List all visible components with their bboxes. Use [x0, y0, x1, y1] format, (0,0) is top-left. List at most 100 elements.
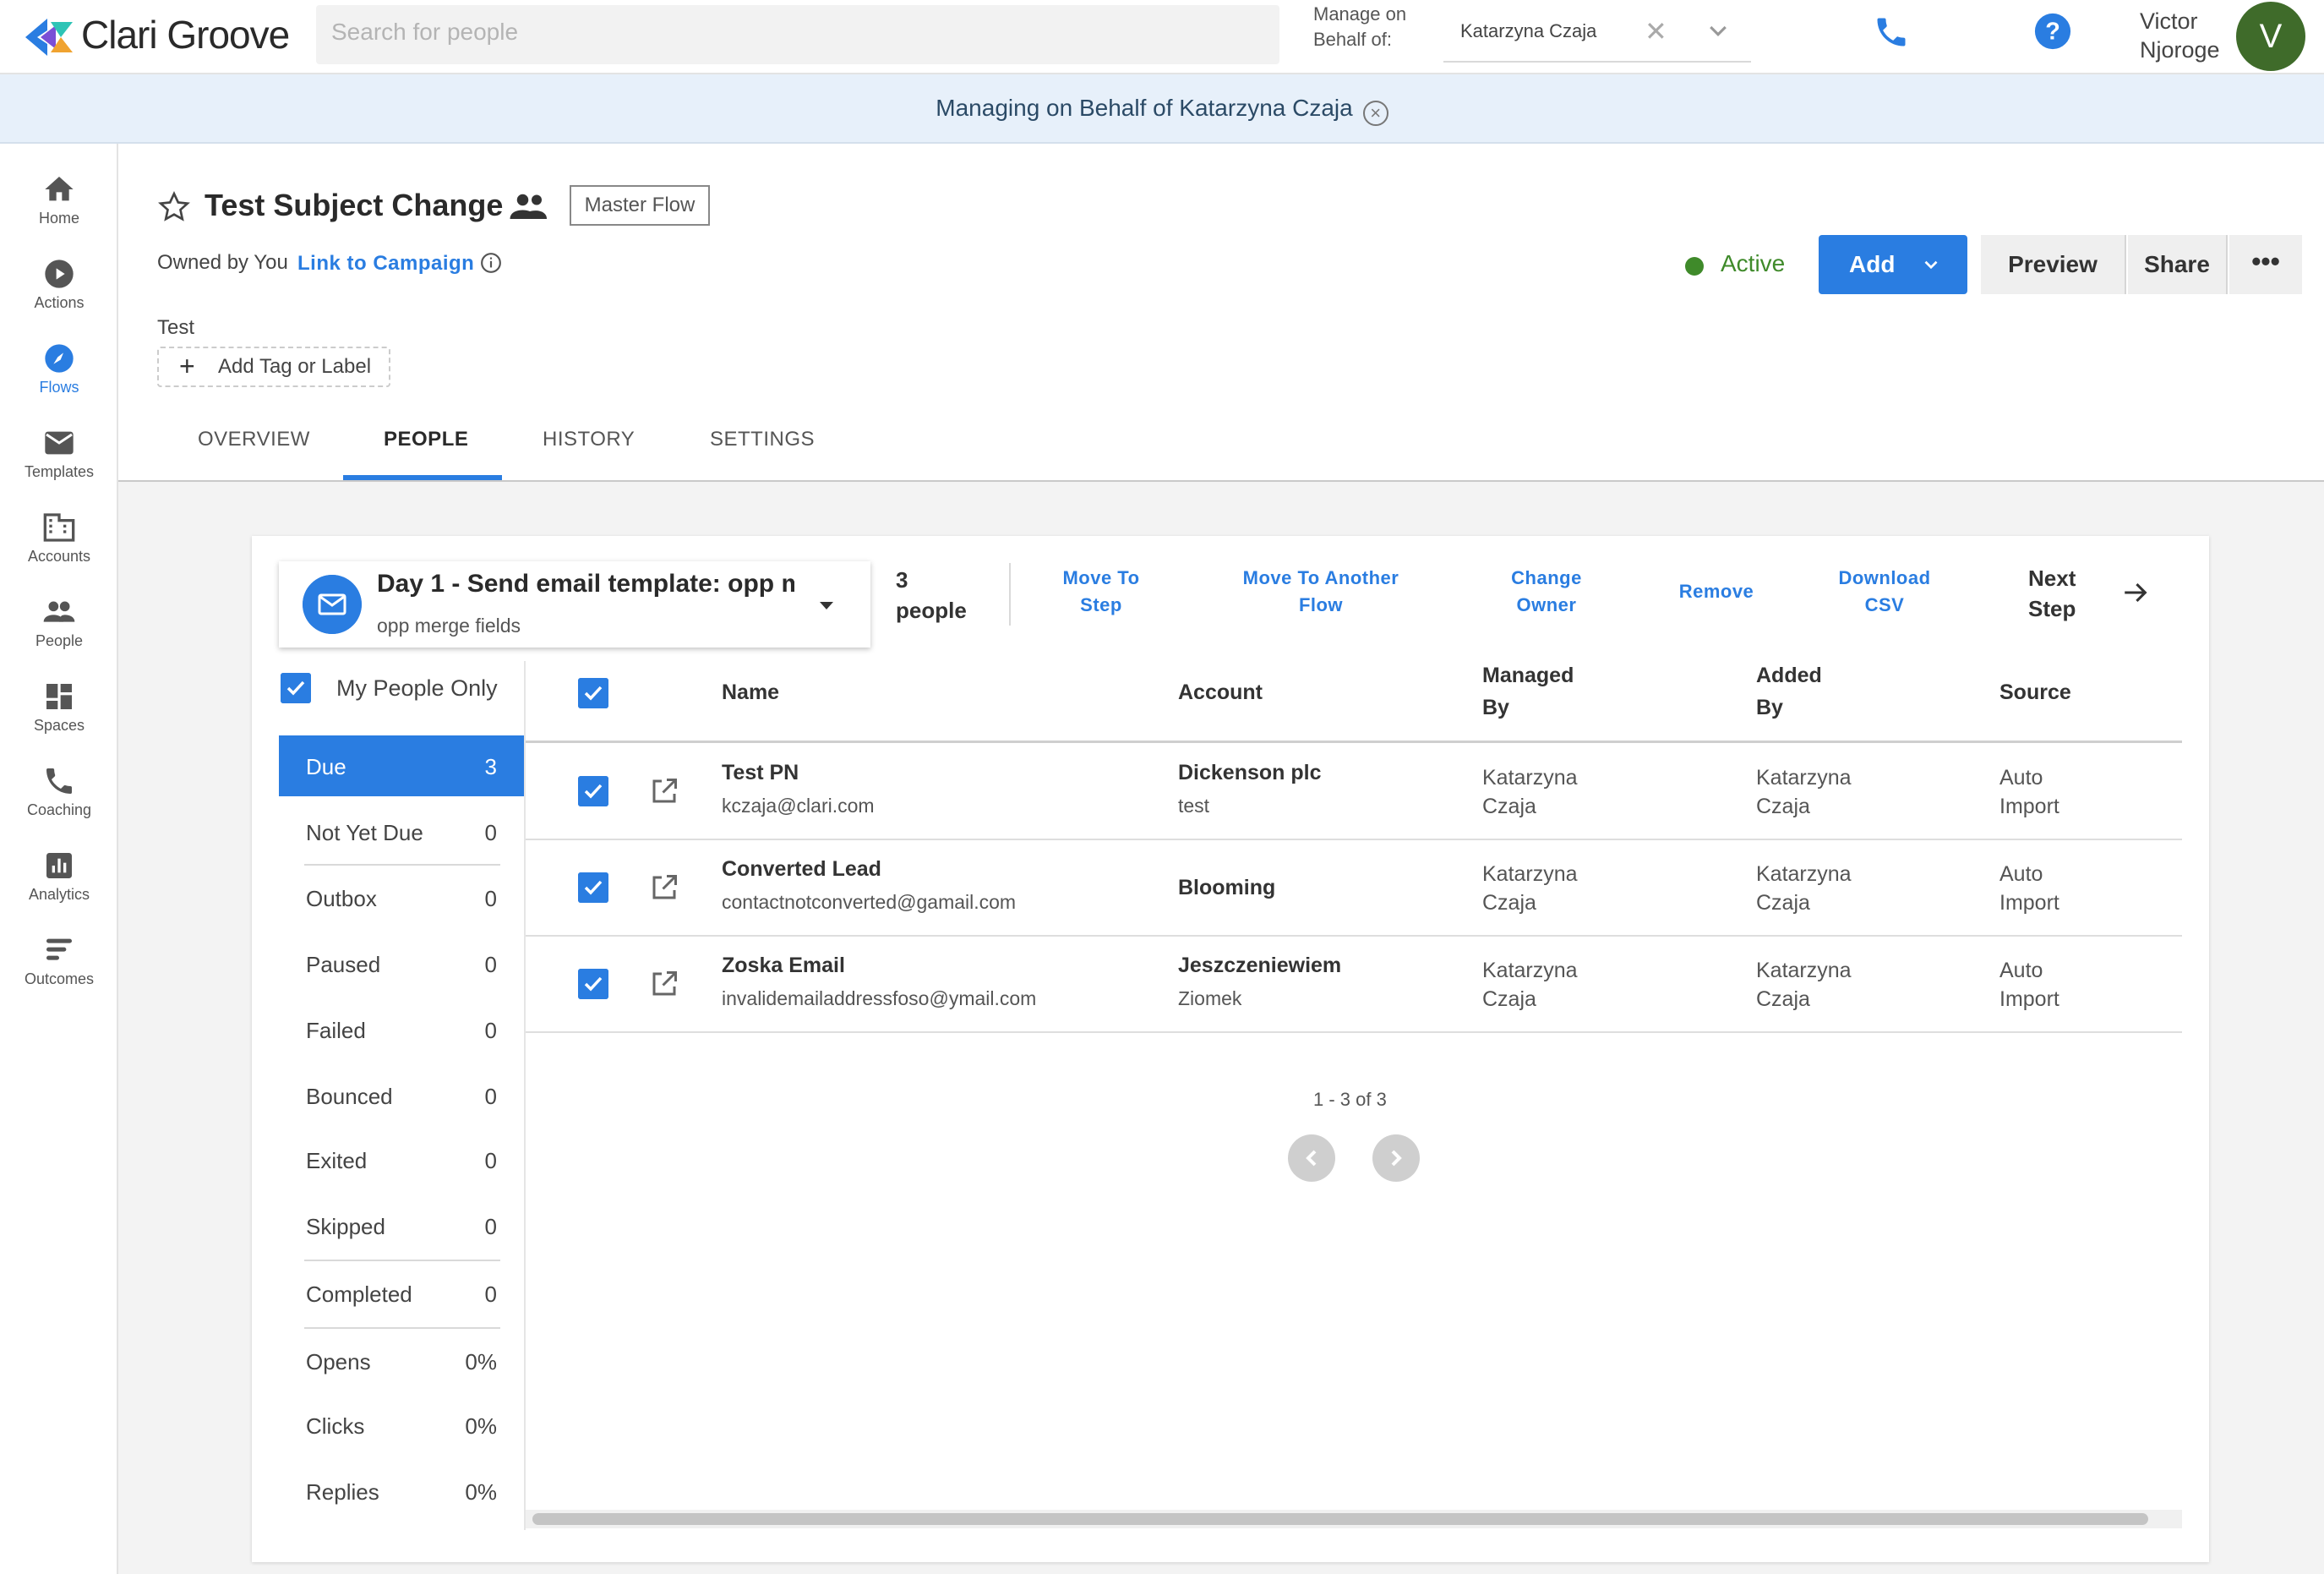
add-button-label: Add: [1849, 251, 1896, 277]
nav-item-home[interactable]: Home: [0, 172, 118, 227]
add-button[interactable]: Add: [1819, 235, 1967, 294]
added-by-line2: Czaja: [1756, 795, 1810, 818]
my-people-only-checkbox[interactable]: [281, 673, 311, 703]
add-tag-button[interactable]: + Add Tag or Label: [157, 347, 390, 387]
filter-label: Not Yet Due: [306, 820, 423, 845]
filter-replies[interactable]: Replies 0%: [279, 1461, 524, 1522]
filter-outbox[interactable]: Outbox 0: [279, 867, 524, 928]
nav-item-flows[interactable]: Flows: [0, 342, 118, 396]
added-by-line1: Katarzyna: [1756, 959, 1852, 982]
filter-clicks[interactable]: Clicks 0%: [279, 1395, 524, 1456]
filter-bounced[interactable]: Bounced 0: [279, 1065, 524, 1126]
tab-settings[interactable]: SETTINGS: [710, 428, 815, 451]
more-options-button[interactable]: •••: [2229, 235, 2302, 294]
people-icon[interactable]: [509, 191, 549, 221]
filter-not-yet-due[interactable]: Not Yet Due 0: [279, 801, 524, 862]
filter-label: Opens: [306, 1349, 371, 1375]
status-badge: Active: [1721, 250, 1786, 276]
next-step-label[interactable]: Next Step: [2028, 563, 2076, 624]
banner-close-icon[interactable]: ×: [1362, 101, 1388, 126]
row-checkbox[interactable]: [578, 872, 608, 903]
next-page-button[interactable]: [1372, 1134, 1420, 1182]
nav-item-actions[interactable]: Actions: [0, 257, 118, 312]
column-header-account[interactable]: Account: [1178, 676, 1263, 708]
caret-down-icon[interactable]: [815, 597, 838, 614]
filter-label: Due: [306, 754, 346, 779]
move-to-another-flow-button[interactable]: Move To Another Flow: [1232, 565, 1410, 619]
tab-people[interactable]: PEOPLE: [384, 428, 468, 451]
column-header-name[interactable]: Name: [722, 676, 779, 708]
nav-item-coaching[interactable]: Coaching: [0, 764, 118, 819]
account-name[interactable]: Blooming: [1178, 876, 1275, 900]
share-button[interactable]: Share: [2128, 235, 2228, 294]
account-name[interactable]: Dickenson plc: [1178, 761, 1322, 785]
phone-icon[interactable]: [1873, 14, 1910, 51]
open-external-icon[interactable]: [649, 969, 679, 999]
filter-paused[interactable]: Paused 0: [279, 933, 524, 994]
row-checkbox[interactable]: [578, 969, 608, 999]
nav-item-spaces[interactable]: Spaces: [0, 680, 118, 735]
source-cell: Auto Import: [1999, 860, 2059, 917]
column-header-source[interactable]: Source: [1999, 676, 2071, 708]
column-header-managed-by[interactable]: Managed By: [1482, 659, 1574, 724]
person-name[interactable]: Converted Lead: [722, 857, 881, 882]
filter-opens[interactable]: Opens 0%: [279, 1331, 524, 1391]
star-icon[interactable]: [157, 190, 191, 224]
clear-icon[interactable]: ✕: [1645, 15, 1667, 47]
clari-logo-icon[interactable]: [22, 15, 76, 59]
nav-item-people[interactable]: People: [0, 595, 118, 650]
info-icon[interactable]: [480, 252, 502, 274]
change-owner-button[interactable]: Change Owner: [1498, 565, 1596, 619]
chevron-down-icon[interactable]: [1705, 19, 1731, 44]
account-name[interactable]: Jeszczeniewiem: [1178, 954, 1341, 978]
filter-due[interactable]: Due 3: [279, 735, 524, 796]
avatar[interactable]: V: [2236, 2, 2305, 71]
move-flow-label-1: Move To Another: [1242, 567, 1399, 588]
person-name[interactable]: Zoska Email: [722, 954, 845, 978]
row-divider: [526, 935, 2182, 937]
tab-history[interactable]: HISTORY: [543, 428, 635, 451]
nav-item-templates[interactable]: Templates: [0, 426, 118, 481]
help-icon[interactable]: ?: [2033, 12, 2072, 51]
row-checkbox[interactable]: [578, 776, 608, 806]
open-external-icon[interactable]: [649, 872, 679, 903]
filter-count: 0%: [465, 1413, 497, 1439]
next-step-label-1: Next: [2028, 566, 2076, 591]
filter-count: 0%: [465, 1349, 497, 1375]
manage-label-line1: Manage on: [1313, 3, 1407, 25]
filter-exited[interactable]: Exited 0: [279, 1129, 524, 1190]
select-all-checkbox[interactable]: [578, 678, 608, 708]
remove-button[interactable]: Remove: [1672, 578, 1761, 605]
scrollbar-thumb[interactable]: [532, 1513, 2148, 1525]
move-to-step-button[interactable]: Move To Step: [1055, 565, 1148, 619]
added-by-cell: Katarzyna Czaja: [1756, 956, 1852, 1014]
user-last-name: Njoroge: [2140, 37, 2220, 63]
previous-page-button[interactable]: [1288, 1134, 1335, 1182]
preview-button[interactable]: Preview: [1981, 235, 2126, 294]
user-name[interactable]: Victor Njoroge: [2140, 7, 2220, 64]
nav-item-outcomes[interactable]: Outcomes: [0, 933, 118, 988]
phone-icon: [46, 768, 72, 794]
tag-heading: Test: [157, 316, 195, 339]
nav-item-analytics[interactable]: Analytics: [0, 849, 118, 904]
person-name[interactable]: Test PN: [722, 761, 799, 785]
link-to-campaign-link[interactable]: Link to Campaign: [297, 252, 474, 276]
nav-item-accounts[interactable]: Accounts: [0, 511, 118, 566]
filter-completed[interactable]: Completed 0: [279, 1263, 524, 1324]
account-sub: test: [1178, 795, 1210, 817]
download-csv-button[interactable]: Download CSV: [1830, 565, 1939, 619]
managed-by-cell: Katarzyna Czaja: [1482, 860, 1578, 917]
added-by-cell: Katarzyna Czaja: [1756, 860, 1852, 917]
people-count-label: people: [896, 598, 967, 623]
source-line1: Auto: [1999, 766, 2043, 790]
filter-failed[interactable]: Failed 0: [279, 999, 524, 1060]
search-placeholder: Search for people: [331, 19, 519, 45]
filter-divider: [304, 864, 500, 866]
open-external-icon[interactable]: [649, 776, 679, 806]
chevron-down-icon: [1924, 260, 1938, 270]
tab-overview[interactable]: OVERVIEW: [198, 428, 310, 451]
filter-skipped[interactable]: Skipped 0: [279, 1195, 524, 1256]
nav-label: Home: [38, 210, 79, 227]
column-header-added-by[interactable]: Added By: [1756, 659, 1822, 724]
arrow-right-icon[interactable]: [2119, 578, 2152, 607]
